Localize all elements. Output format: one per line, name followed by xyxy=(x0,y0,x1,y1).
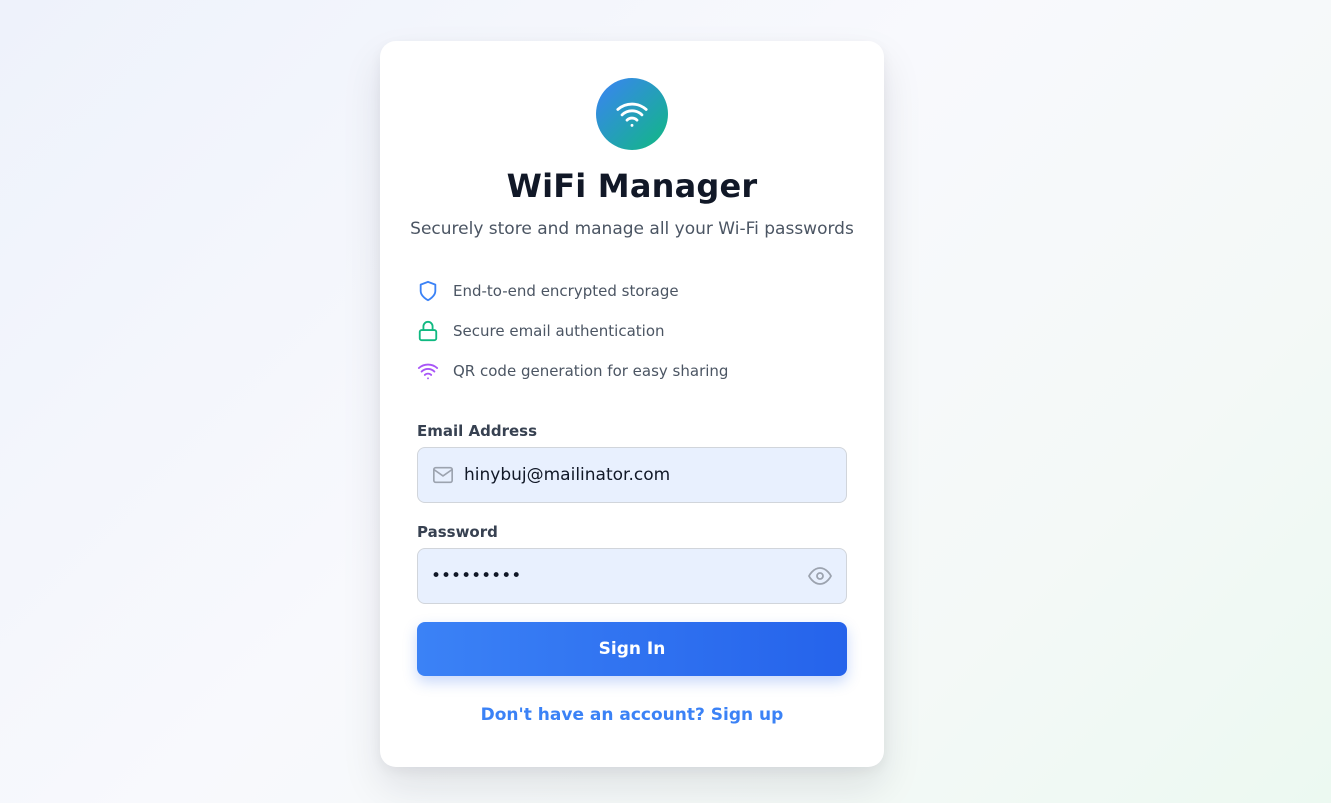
wifi-icon xyxy=(616,102,648,127)
signup-link[interactable]: Don't have an account? Sign up xyxy=(380,705,884,725)
password-label: Password xyxy=(417,523,498,541)
shield-icon xyxy=(417,280,439,302)
app-title: WiFi Manager xyxy=(506,167,758,205)
feature-label: Secure email authentication xyxy=(453,322,665,340)
wifi-logo xyxy=(596,78,668,150)
email-input[interactable] xyxy=(464,448,846,502)
app-subtitle: Securely store and manage all your Wi-Fi… xyxy=(410,219,854,239)
password-input[interactable] xyxy=(418,549,808,603)
feature-label: QR code generation for easy sharing xyxy=(453,362,729,380)
email-field[interactable] xyxy=(417,447,847,503)
eye-icon[interactable] xyxy=(808,564,832,588)
feature-item-qr: QR code generation for easy sharing xyxy=(417,359,847,383)
email-label: Email Address xyxy=(417,422,538,440)
feature-label: End-to-end encrypted storage xyxy=(453,282,679,300)
feature-list: End-to-end encrypted storage Secure emai… xyxy=(417,279,847,399)
mail-icon xyxy=(432,464,454,486)
lock-icon xyxy=(417,320,439,342)
feature-item-encryption: End-to-end encrypted storage xyxy=(417,279,847,303)
sign-in-button[interactable]: Sign In xyxy=(417,622,847,676)
password-field[interactable] xyxy=(417,548,847,604)
login-card: WiFi Manager Securely store and manage a… xyxy=(380,41,884,767)
feature-item-auth: Secure email authentication xyxy=(417,319,847,343)
wifi-icon xyxy=(417,360,439,382)
